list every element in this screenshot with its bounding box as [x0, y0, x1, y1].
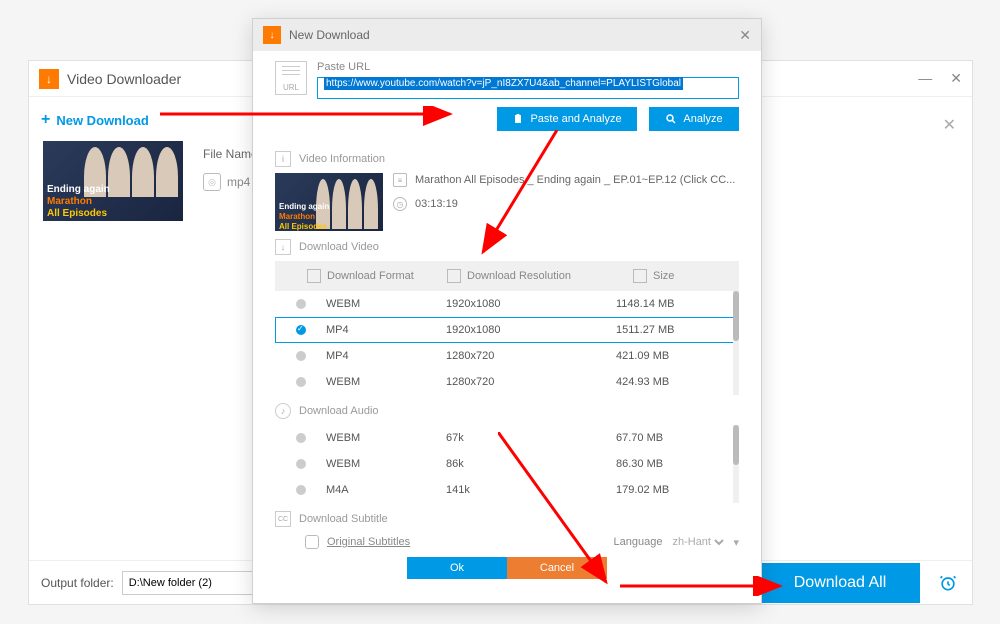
format-row[interactable]: MP41920x10801511.27 MB	[275, 317, 739, 343]
dialog-app-icon: ↓	[263, 26, 281, 44]
format-cell: MP4	[326, 324, 446, 336]
new-download-label: New Download	[56, 113, 148, 128]
format-cell: MP4	[326, 350, 446, 362]
video-title: Marathon All Episodes _ Ending again _ E…	[415, 174, 735, 186]
language-label: Language	[614, 536, 663, 548]
resolution-header: Download Resolution	[467, 270, 615, 282]
download-video-header: ↓ Download Video	[275, 239, 739, 255]
new-download-button[interactable]: + New Download	[29, 103, 161, 137]
format-cell: WEBM	[326, 432, 446, 444]
audio-scrollbar[interactable]	[733, 425, 739, 503]
radio-icon[interactable]	[276, 351, 326, 361]
info-icon: i	[275, 151, 291, 167]
original-subtitles-checkbox[interactable]	[305, 535, 319, 549]
content-close-icon[interactable]: ✕	[943, 115, 956, 135]
resolution-cell: 141k	[446, 484, 616, 496]
app-icon: ↓	[39, 69, 59, 89]
video-information-header: i Video Information	[275, 151, 739, 167]
resolution-cell: 1920x1080	[446, 298, 616, 310]
output-folder-input[interactable]	[122, 571, 272, 595]
resolution-cell: 1280x720	[446, 350, 616, 362]
format-row[interactable]: WEBM1280x720424.93 MB	[275, 369, 739, 395]
radio-icon[interactable]	[276, 459, 326, 469]
radio-icon[interactable]	[276, 485, 326, 495]
app-title: Video Downloader	[67, 71, 181, 87]
plus-icon: +	[41, 111, 50, 129]
video-duration: 03:13:19	[415, 198, 458, 210]
size-cell: 1511.27 MB	[616, 324, 728, 336]
radio-icon[interactable]	[276, 377, 326, 387]
format-row[interactable]: WEBM86k86.30 MB	[275, 451, 739, 477]
size-cell: 1148.14 MB	[616, 298, 728, 310]
clock-icon: ◷	[393, 197, 407, 211]
video-scrollbar[interactable]	[733, 291, 739, 395]
format-row[interactable]: WEBM1920x10801148.14 MB	[275, 291, 739, 317]
video-thumbnail-small: Ending again Marathon All Episodes	[275, 173, 383, 231]
format-cell: M4A	[326, 484, 446, 496]
analyze-button[interactable]: Analyze	[649, 107, 739, 131]
paste-url-label: Paste URL	[317, 61, 739, 73]
download-audio-header: ♪ Download Audio	[275, 403, 739, 419]
search-icon	[665, 113, 677, 125]
format-row[interactable]: MP41280x720421.09 MB	[275, 343, 739, 369]
format-cell: WEBM	[326, 458, 446, 470]
url-input[interactable]: https://www.youtube.com/watch?v=jP_nI8ZX…	[317, 77, 739, 99]
size-header: Size	[653, 270, 729, 282]
close-icon[interactable]: ✕	[950, 70, 962, 87]
format-icon	[307, 269, 321, 283]
download-video-icon: ↓	[275, 239, 291, 255]
format-header: Download Format	[327, 270, 429, 282]
file-type-indicator: ◎ mp4	[203, 173, 250, 191]
format-row[interactable]: WEBM67k67.70 MB	[275, 425, 739, 451]
radio-icon[interactable]	[276, 433, 326, 443]
format-cell: WEBM	[326, 376, 446, 388]
download-all-button[interactable]: Download All	[760, 563, 920, 603]
cc-icon: CC	[275, 511, 291, 527]
video-formats-table: Download Format Download Resolution Size…	[275, 261, 739, 395]
resolution-icon	[447, 269, 461, 283]
camera-icon: ◎	[203, 173, 221, 191]
format-cell: WEBM	[326, 298, 446, 310]
download-subtitle-header: CC Download Subtitle	[275, 511, 739, 527]
size-cell: 179.02 MB	[616, 484, 728, 496]
alarm-icon[interactable]	[936, 571, 960, 595]
size-cell: 67.70 MB	[616, 432, 728, 444]
url-icon: URL	[275, 61, 307, 95]
new-download-dialog: ↓ New Download ✕ URL Paste URL https://w…	[252, 18, 762, 604]
chevron-down-icon: ▾	[733, 536, 739, 549]
original-subtitles-label: Original Subtitles	[327, 536, 410, 548]
output-folder-label: Output folder:	[41, 576, 114, 590]
dialog-close-icon[interactable]: ✕	[739, 27, 751, 44]
video-thumbnail[interactable]: Ending again Marathon All Episodes	[43, 141, 183, 221]
dialog-titlebar: ↓ New Download ✕	[253, 19, 761, 51]
audio-formats-table: WEBM67k67.70 MBWEBM86k86.30 MBM4A141k179…	[275, 425, 739, 503]
paste-and-analyze-button[interactable]: Paste and Analyze	[497, 107, 637, 131]
size-icon	[633, 269, 647, 283]
clipboard-icon	[512, 113, 524, 125]
resolution-cell: 86k	[446, 458, 616, 470]
format-row[interactable]: M4A141k179.02 MB	[275, 477, 739, 503]
audio-icon: ♪	[275, 403, 291, 419]
language-select[interactable]: zh-Hant	[668, 535, 727, 549]
size-cell: 424.93 MB	[616, 376, 728, 388]
radio-icon[interactable]	[276, 325, 326, 335]
size-cell: 421.09 MB	[616, 350, 728, 362]
minimize-icon[interactable]: —	[918, 70, 932, 87]
ok-button[interactable]: Ok	[407, 557, 507, 579]
dialog-title: New Download	[289, 28, 370, 42]
resolution-cell: 1280x720	[446, 376, 616, 388]
cancel-button[interactable]: Cancel	[507, 557, 607, 579]
radio-icon[interactable]	[276, 299, 326, 309]
document-icon: ≡	[393, 173, 407, 187]
resolution-cell: 67k	[446, 432, 616, 444]
size-cell: 86.30 MB	[616, 458, 728, 470]
resolution-cell: 1920x1080	[446, 324, 616, 336]
